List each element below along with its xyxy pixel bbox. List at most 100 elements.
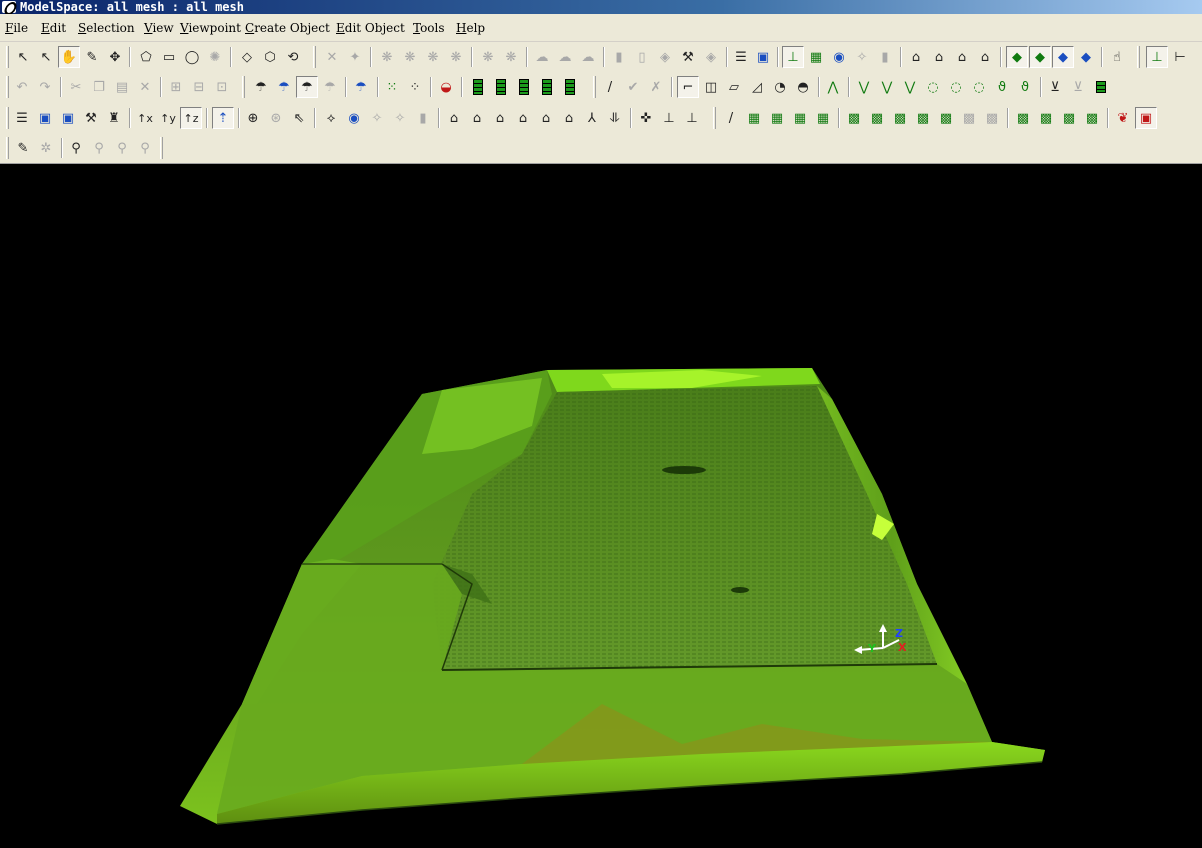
clip-icon[interactable]: ◒ <box>435 76 457 98</box>
globe-icon[interactable]: ◉ <box>828 46 850 68</box>
steel-3-icon[interactable] <box>1090 76 1112 98</box>
group-icon[interactable]: ⊞ <box>165 76 187 98</box>
model-viewport[interactable]: Z Y X <box>2 164 1202 848</box>
render-mode-1-icon[interactable]: ◆ <box>1006 46 1028 68</box>
contour-6-icon[interactable]: ▩ <box>958 107 980 129</box>
plane-view-3-icon[interactable]: ⌂ <box>951 46 973 68</box>
mesh-edit-3-icon[interactable]: ▩ <box>1058 107 1080 129</box>
pipe-2-icon[interactable]: ⋁ <box>876 76 898 98</box>
slab-5-icon[interactable] <box>559 76 581 98</box>
layer-list-icon[interactable]: ☰ <box>11 107 33 129</box>
layer-props-2-icon[interactable]: ▣ <box>57 107 79 129</box>
box-icon[interactable]: ⬡ <box>259 46 281 68</box>
mesh-op-2-icon[interactable]: ✲ <box>35 137 57 159</box>
mesh-tool-2-icon[interactable]: ❋ <box>399 46 421 68</box>
section-2-icon[interactable]: ▦ <box>766 107 788 129</box>
render-mode-3-icon[interactable]: ◆ <box>1052 46 1074 68</box>
object-tool-1-icon[interactable]: ▮ <box>608 46 630 68</box>
contour-4-icon[interactable]: ▩ <box>912 107 934 129</box>
cloud-tool-2-icon[interactable]: ☁ <box>554 46 576 68</box>
mesh-tool-3-icon[interactable]: ❋ <box>422 46 444 68</box>
cloud-tool-1-icon[interactable]: ☁ <box>531 46 553 68</box>
select-arrow-icon[interactable]: ↖ <box>12 46 34 68</box>
cloud-filter-1-icon[interactable]: ☂ <box>250 76 272 98</box>
toolbar-grip[interactable] <box>713 107 716 129</box>
fit-sphere-icon[interactable]: ◔ <box>769 76 791 98</box>
section-3-icon[interactable]: ▦ <box>789 107 811 129</box>
point-spacing-icon[interactable]: ⁘ <box>404 76 426 98</box>
ucs-icon[interactable]: ⊢ <box>1169 46 1191 68</box>
toolbar-grip[interactable] <box>6 46 9 68</box>
plane-1-icon[interactable]: ⌂ <box>443 107 465 129</box>
pipe-6-icon[interactable]: ◌ <box>968 76 990 98</box>
menu-edit[interactable]: Edit <box>41 21 66 35</box>
fit-edge-icon[interactable]: ⋀ <box>822 76 844 98</box>
target-1-icon[interactable]: ✧ <box>366 107 388 129</box>
contour-5-icon[interactable]: ▩ <box>935 107 957 129</box>
layer-props-1-icon[interactable]: ▣ <box>34 107 56 129</box>
slab-1-icon[interactable] <box>467 76 489 98</box>
menu-edit-object[interactable]: Edit Object <box>336 21 405 35</box>
rectangle-select-icon[interactable]: ▭ <box>158 46 180 68</box>
mesh-tool-5-icon[interactable]: ❋ <box>477 46 499 68</box>
cloud-filter-4-icon[interactable]: ☂ <box>319 76 341 98</box>
plane-view-1-icon[interactable]: ⌂ <box>905 46 927 68</box>
fit-torus-icon[interactable]: ◓ <box>792 76 814 98</box>
paste-icon[interactable]: ▤ <box>111 76 133 98</box>
toolbar-grip[interactable] <box>6 107 9 129</box>
grid-view-icon[interactable]: ▦ <box>805 46 827 68</box>
fit-plane-icon[interactable]: ⌐ <box>677 76 699 98</box>
snap-2-icon[interactable]: ⊛ <box>265 107 287 129</box>
axis-x-button[interactable]: ↑x <box>134 107 156 129</box>
pick-point-icon[interactable]: ⇖ <box>288 107 310 129</box>
point-grid-icon[interactable]: ⁙ <box>381 76 403 98</box>
toolbar-grip[interactable] <box>313 46 316 68</box>
axis-tripod-icon[interactable]: ⅄ <box>581 107 603 129</box>
toolbar-grip[interactable] <box>242 76 245 98</box>
fence-select-icon[interactable]: ✺ <box>204 46 226 68</box>
snap-1-icon[interactable]: ⊕ <box>242 107 264 129</box>
surface-icon[interactable]: ◇ <box>236 46 258 68</box>
annotate-2-icon[interactable]: ⚲ <box>88 137 110 159</box>
menu-selection[interactable]: Selection <box>78 21 135 35</box>
rotate-view-icon[interactable]: ⟲ <box>282 46 304 68</box>
mesh-tool-1-icon[interactable]: ❋ <box>376 46 398 68</box>
steel-2-icon[interactable]: ⊻ <box>1067 76 1089 98</box>
menu-file[interactable]: File <box>5 21 28 35</box>
cloud-filter-2-icon[interactable]: ☂ <box>273 76 295 98</box>
mesh-tool-6-icon[interactable]: ❋ <box>500 46 522 68</box>
fit-cylinder-icon[interactable]: ◫ <box>700 76 722 98</box>
menu-tools[interactable]: Tools <box>413 21 445 35</box>
texture-icon[interactable]: ❦ <box>1112 107 1134 129</box>
contour-2-icon[interactable]: ▩ <box>866 107 888 129</box>
target-2-icon[interactable]: ✧ <box>389 107 411 129</box>
annotate-3-icon[interactable]: ⚲ <box>111 137 133 159</box>
contour-3-icon[interactable]: ▩ <box>889 107 911 129</box>
plane-4-icon[interactable]: ⌂ <box>512 107 534 129</box>
coordinate-icon[interactable]: ⊥ <box>1146 46 1168 68</box>
mesh-edit-4-icon[interactable]: ▩ <box>1081 107 1103 129</box>
axis-down-icon[interactable]: ⥥ <box>604 107 626 129</box>
fit-icon[interactable]: ✗ <box>645 76 667 98</box>
slab-3-icon[interactable] <box>513 76 535 98</box>
cloud-filter-3-icon[interactable]: ☂ <box>296 76 318 98</box>
hand-pick-icon[interactable]: ☝ <box>1106 46 1128 68</box>
contour-1-icon[interactable]: ▩ <box>843 107 865 129</box>
plane-view-4-icon[interactable]: ⌂ <box>974 46 996 68</box>
menu-help[interactable]: Help <box>456 21 485 35</box>
mesh-edit-2-icon[interactable]: ▩ <box>1035 107 1057 129</box>
render-mode-2-icon[interactable]: ◆ <box>1029 46 1051 68</box>
cloud-filter-5-icon[interactable]: ☂ <box>350 76 372 98</box>
move-icon[interactable]: ✥ <box>104 46 126 68</box>
layers-icon[interactable]: ☰ <box>730 46 752 68</box>
select-plus-icon[interactable]: ↖ <box>35 46 57 68</box>
mesh-edit-1-icon[interactable]: ▩ <box>1012 107 1034 129</box>
slab-4-icon[interactable] <box>536 76 558 98</box>
axis-y-button[interactable]: ↑y <box>157 107 179 129</box>
pipe-7-icon[interactable]: ϑ <box>991 76 1013 98</box>
remove-z-icon[interactable]: ⊥ <box>681 107 703 129</box>
remove-y-icon[interactable]: ⊥ <box>658 107 680 129</box>
up-axis-icon[interactable]: ⇡ <box>212 107 234 129</box>
plane-6-icon[interactable]: ⌂ <box>558 107 580 129</box>
lasso-select-icon[interactable]: ⬠ <box>135 46 157 68</box>
